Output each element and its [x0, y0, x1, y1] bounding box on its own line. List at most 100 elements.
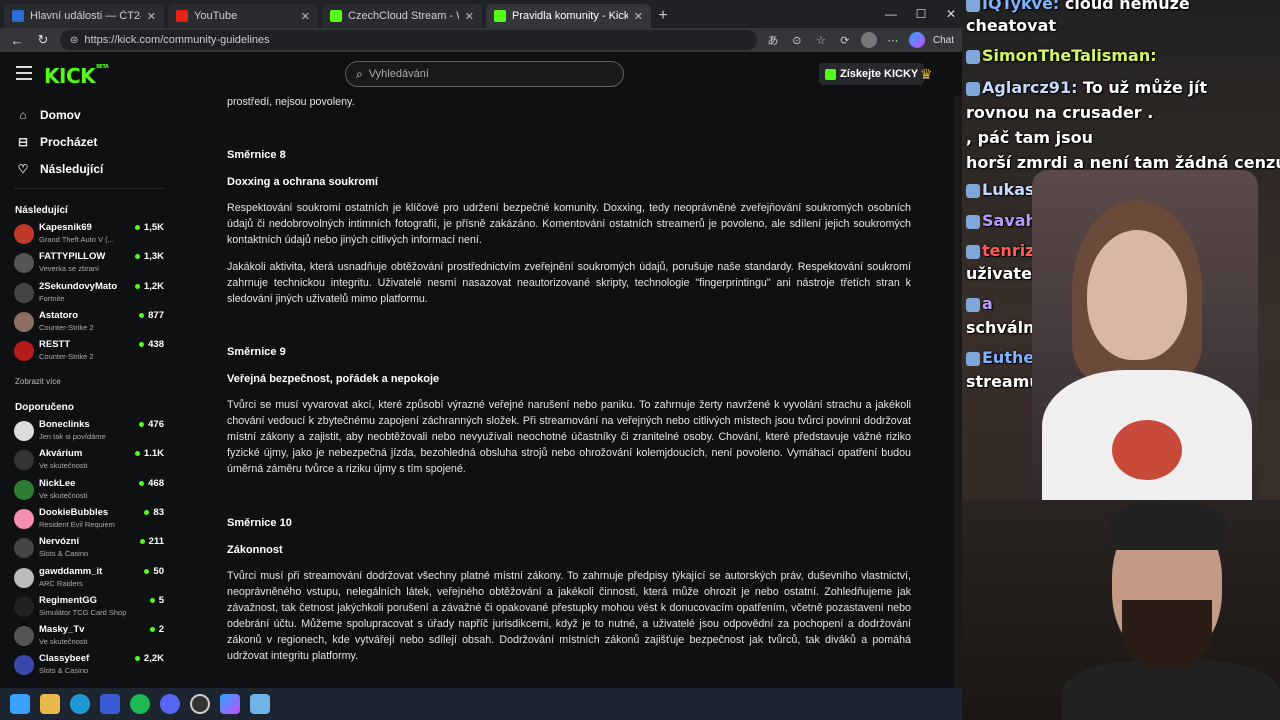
chat-badge-icon [966, 183, 980, 198]
channel-item[interactable]: Classybeef Slots & Casino 2,2K [14, 652, 164, 678]
webcam-guest [962, 500, 1280, 720]
notepad-icon[interactable] [250, 694, 270, 714]
channel-item[interactable]: DookieBubbles Resident Evil Requiem 83 [14, 506, 164, 532]
channel-item[interactable]: gawddamm_it ARC Raiders 50 [14, 565, 164, 591]
address-bar: ← ↻ ⊜ https://kick.com/community-guideli… [0, 28, 962, 52]
channel-item[interactable]: FATTYPILLOW Veverka se zbraní 1,3K [14, 250, 164, 276]
tab-title: CzechCloud Stream - Watch Live o [348, 10, 459, 22]
tab-kick-guidelines[interactable]: Pravidla komunity - Kick Streaming ✕ [486, 4, 651, 28]
channel-category: Ve skutečnosti [39, 461, 88, 471]
channel-item[interactable]: RegimentGG Simulátor TCG Card Shop 5 [14, 594, 164, 620]
chat-badge-icon [966, 81, 980, 96]
nav-label: Následující [40, 162, 104, 176]
viewer-count-value: 1,2K [143, 280, 164, 292]
guidelines-content: prostředí, nejsou povoleny. Směrnice 8 D… [227, 96, 911, 688]
scrollbar[interactable] [954, 96, 962, 688]
nav-home[interactable]: ⌂ Domov [16, 108, 80, 122]
chat-label[interactable]: Chat [933, 35, 954, 46]
channel-avatar [14, 655, 34, 676]
channel-category: ARC Raiders [39, 578, 83, 588]
favorite-star-icon[interactable]: ☆ [813, 32, 829, 48]
kick-logo[interactable]: KICKBETA [44, 64, 109, 88]
site-info-icon[interactable]: ⊜ [70, 35, 78, 46]
live-dot-icon [134, 283, 140, 289]
viewer-count-value: 83 [153, 506, 164, 518]
chat-message-text: cheatovat [966, 16, 1057, 35]
chat-message-text: To už může jít [1083, 78, 1208, 97]
viewer-count: 877 [139, 310, 164, 321]
url-field[interactable]: ⊜ https://kick.com/community-guidelines [60, 30, 757, 50]
channel-item[interactable]: Nervózní Slots & Casino 211 [14, 535, 164, 561]
reload-icon[interactable]: ↻ [34, 31, 52, 49]
channel-category: Counter-Strike 2 [39, 352, 94, 362]
channel-avatar [14, 508, 34, 529]
channel-category: Ve skutečnosti [39, 637, 88, 647]
section-9-paragraph-1: Tvůrci se musí vyvarovat akcí, které způ… [227, 399, 911, 475]
spotify-icon[interactable] [130, 694, 150, 714]
minimize-icon[interactable]: — [876, 0, 906, 28]
close-window-icon[interactable]: ✕ [936, 0, 962, 28]
nav-browse[interactable]: ⊟ Procházet [16, 135, 97, 149]
profile-avatar-icon[interactable] [860, 32, 877, 48]
show-more-link[interactable]: Zobrazit více [15, 377, 61, 386]
chat-line: , páč tam jsou [966, 128, 1093, 147]
viewer-count-value: 476 [148, 419, 164, 430]
channel-item[interactable]: Astatoro Counter-Strike 2 877 [14, 309, 164, 335]
app-icon[interactable] [100, 694, 120, 714]
maximize-icon[interactable]: ☐ [906, 0, 936, 28]
file-explorer-icon[interactable] [40, 694, 60, 714]
copilot-taskbar-icon[interactable] [220, 694, 240, 714]
tab-czechcloud[interactable]: CzechCloud Stream - Watch Live o ✕ [322, 4, 482, 28]
close-icon[interactable]: ✕ [465, 10, 474, 23]
channel-item[interactable]: Kapesnik69 Grand Theft Auto V (... 1,5K [14, 221, 164, 247]
live-dot-icon [144, 568, 150, 574]
back-icon[interactable]: ← [8, 31, 26, 49]
section-9-title: Veřejná bezpečnost, pořádek a nepokoje [227, 373, 440, 385]
windows-start-icon[interactable] [10, 694, 30, 714]
discord-icon[interactable] [160, 694, 180, 714]
kick-header: KICKBETA ⌕ Vyhledávání Získejte KICKY ♛ [0, 52, 962, 96]
paragraph-top: prostředí, nejsou povoleny. [227, 96, 355, 108]
channel-category: Slots & Casino [39, 666, 89, 676]
more-menu-icon[interactable]: ⋯ [885, 32, 901, 48]
channel-item[interactable]: Masky_Tv Ve skutečnosti 2 [14, 623, 164, 649]
channel-name: 2SekundovyMato [39, 280, 118, 292]
viewer-count-value: 1.1K [143, 448, 164, 460]
tab-youtube[interactable]: YouTube ✕ [168, 4, 318, 28]
channel-name: gawddamm_it [39, 565, 103, 577]
channel-item[interactable]: 2SekundovyMato Fortnite 1,2K [14, 280, 164, 306]
kick-favicon-icon [330, 10, 342, 22]
chat-badge-icon [966, 49, 980, 64]
nav-following[interactable]: ♡ Následující [16, 162, 104, 176]
tab-title: YouTube [194, 10, 238, 22]
reader-icon[interactable]: ⊙ [789, 32, 805, 48]
close-icon[interactable]: ✕ [147, 10, 156, 23]
new-tab-button[interactable]: + [651, 4, 675, 28]
channel-category: Ve skutečnosti [39, 490, 88, 500]
channel-category: Simulátor TCG Card Shop [39, 607, 127, 617]
obs-icon[interactable] [190, 694, 210, 714]
tab-ct24[interactable]: Hlavní události — ČT24 — Česká t ✕ [4, 4, 164, 28]
get-kicky-button[interactable]: Získejte KICKY [819, 63, 925, 85]
channel-item[interactable]: RESTT Counter-Strike 2 438 [14, 338, 164, 364]
edge-browser-icon[interactable] [70, 694, 90, 714]
search-input[interactable]: ⌕ Vyhledávání [345, 61, 624, 87]
copilot-icon[interactable] [908, 32, 925, 48]
viewer-count: 2 [149, 624, 164, 635]
channel-category: Resident Evil Requiem [39, 519, 115, 529]
channel-item[interactable]: NickLee Ve skutečnosti 468 [14, 477, 164, 503]
hamburger-menu-icon[interactable] [16, 66, 32, 80]
close-icon[interactable]: ✕ [634, 10, 643, 23]
user-avatar-icon[interactable]: ♛ [920, 66, 933, 83]
close-icon[interactable]: ✕ [301, 10, 310, 23]
translate-icon[interactable]: あ [765, 32, 781, 48]
channel-name: Kapesnik69 [39, 222, 92, 233]
chat-message-text: rovnou na crusader . [966, 103, 1154, 122]
channel-category: Jen tak si povídáme [39, 432, 106, 441]
channel-item[interactable]: Boneclinks Jen tak si povídáme 476 [14, 418, 164, 444]
url-text: https://kick.com/community-guidelines [84, 34, 270, 46]
channel-item[interactable]: Akvárium Ve skutečnosti 1.1K [14, 447, 164, 473]
extensions-icon[interactable]: ⟳ [837, 32, 853, 48]
viewer-count: 1,3K [134, 251, 164, 262]
channel-name: NickLee [39, 477, 76, 489]
